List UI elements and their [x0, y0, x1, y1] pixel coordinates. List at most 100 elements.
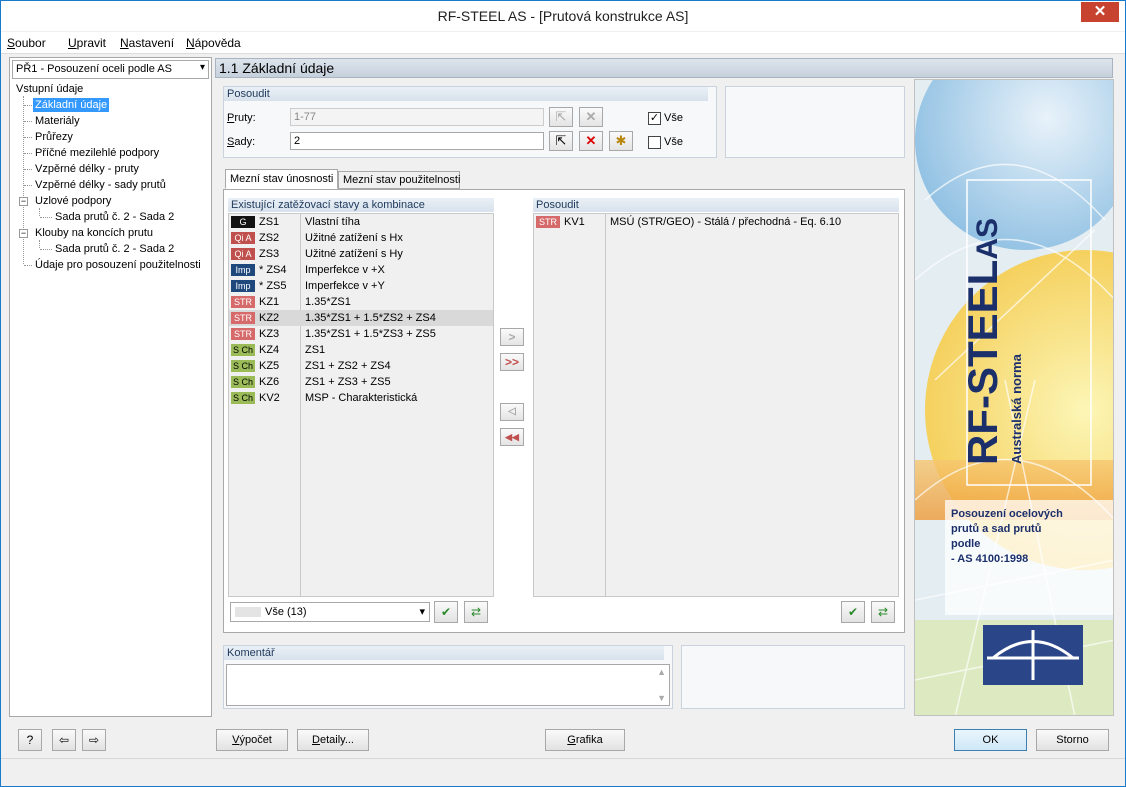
- vse-members-checkbox[interactable]: ✓: [648, 112, 661, 125]
- title-bar: RF-STEEL AS - [Prutová konstrukce AS] ✕: [1, 1, 1125, 31]
- product-banner: RF-STEELAS Australská norma Posouzení oc…: [914, 79, 1114, 716]
- list-item[interactable]: S Ch KV2 MSP - Charakteristická: [229, 390, 493, 406]
- description-line: Posouzení ocelových: [951, 508, 1063, 520]
- import-button[interactable]: ⇦: [52, 729, 76, 751]
- remove-all-button[interactable]: ◀◀: [500, 428, 524, 446]
- close-button[interactable]: ✕: [1081, 2, 1119, 22]
- selected-list: STR KV1 MSÚ (STR/GEO) - Stálá / přechodná …: [533, 213, 899, 597]
- list-item[interactable]: STR KV1 MSÚ (STR/GEO) - Stálá / přechodná …: [534, 214, 898, 230]
- list-item[interactable]: Imp * ZS5 Imperfekce v +Y: [229, 278, 493, 294]
- toggle-selected-button[interactable]: ⇄: [871, 601, 895, 623]
- menu-napoveda-label: ápověda: [194, 36, 241, 50]
- add-button[interactable]: >: [500, 328, 524, 346]
- help-icon: ?: [26, 733, 34, 747]
- tree-item-uzlove-sada[interactable]: Sada prutů č. 2 - Sada 2: [55, 210, 174, 224]
- scroll-down-icon[interactable]: ▼: [657, 693, 666, 703]
- tree-connector: [40, 217, 52, 218]
- product-name: RF-STEEL: [959, 259, 1006, 465]
- collapse-icon[interactable]: −: [19, 197, 28, 206]
- chevron-down-icon[interactable]: ▾: [200, 62, 205, 73]
- tree-guide-line: [39, 208, 40, 216]
- export-button[interactable]: ⇨: [82, 729, 106, 751]
- selected-title: Posoudit: [533, 198, 899, 212]
- list-item[interactable]: S Ch KZ4 ZS1: [229, 342, 493, 358]
- scroll-up-icon[interactable]: ▲: [657, 667, 666, 677]
- tree-item-klouby-sada[interactable]: Sada prutů č. 2 - Sada 2: [55, 242, 174, 256]
- list-item[interactable]: Qi A ZS2 Užitné zatížení s Hx: [229, 230, 493, 246]
- tab-mezni-stav-pouzitelnosti[interactable]: Mezní stav použitelnosti: [338, 171, 460, 189]
- list-item[interactable]: STR KZ1 1.35*ZS1: [229, 294, 493, 310]
- tree-item-materialy[interactable]: Materiály: [35, 114, 80, 128]
- menu-napoveda[interactable]: Nápověda: [186, 36, 241, 50]
- pick-members-button[interactable]: ⇱: [549, 107, 573, 127]
- load-type-badge: S Ch: [231, 360, 255, 372]
- remove-button[interactable]: ◁: [500, 403, 524, 421]
- menu-nastaveni[interactable]: Nastavení: [120, 36, 174, 50]
- help-button[interactable]: ?: [18, 729, 42, 751]
- load-case-description: ZS1 + ZS3 + ZS5: [305, 376, 391, 388]
- tree-root[interactable]: Vstupní údaje: [16, 82, 83, 96]
- vse-sets-checkbox[interactable]: [648, 136, 661, 149]
- load-case-code: KZ3: [259, 328, 280, 340]
- tab-mezni-stav-unosnosti[interactable]: Mezní stav únosnosti: [225, 169, 338, 189]
- list-item[interactable]: Imp * ZS4 Imperfekce v +X: [229, 262, 493, 278]
- filter-select[interactable]: Vše (13) ▾: [230, 602, 430, 622]
- list-item[interactable]: Qi A ZS3 Užitné zatížení s Hy: [229, 246, 493, 262]
- load-type-badge: S Ch: [231, 392, 255, 404]
- ok-button[interactable]: OK: [954, 729, 1027, 751]
- swap-icon: ⇄: [470, 605, 482, 619]
- pruty-label: Pruty:: [227, 112, 256, 124]
- new-set-button[interactable]: ✱: [609, 131, 633, 151]
- load-case-description: 1.35*ZS1 + 1.5*ZS3 + ZS5: [305, 328, 436, 340]
- list-item[interactable]: S Ch KZ6 ZS1 + ZS3 + ZS5: [229, 374, 493, 390]
- description-line: - AS 4100:1998: [951, 553, 1029, 565]
- detaily-mnemonic: D: [312, 734, 320, 746]
- tree-item-zakladni-udaje[interactable]: Základní údaje: [33, 98, 110, 112]
- list-item[interactable]: STR KZ3 1.35*ZS1 + 1.5*ZS3 + ZS5: [229, 326, 493, 342]
- menu-soubor-mnemonic: S: [7, 36, 16, 50]
- menu-soubor[interactable]: Soubor: [7, 36, 46, 50]
- add-all-button[interactable]: >>: [500, 353, 524, 371]
- toggle-existing-button[interactable]: ⇄: [464, 601, 488, 623]
- tree-item-vzperne-delky-pruty[interactable]: Vzpěrné délky - pruty: [35, 162, 139, 176]
- clear-members-button[interactable]: ✕: [579, 107, 603, 127]
- menu-napoveda-mnemonic: N: [186, 36, 195, 50]
- tree-connector: [24, 121, 32, 122]
- tree-item-pricne-podpory[interactable]: Příčné mezilehlé podpory: [35, 146, 159, 160]
- load-type-badge: STR: [536, 216, 560, 228]
- storno-button[interactable]: Storno: [1036, 729, 1109, 751]
- vypocet-button[interactable]: Výpočet: [216, 729, 288, 751]
- tree-item-klouby[interactable]: Klouby na koncích prutu: [35, 226, 153, 240]
- clear-sets-button[interactable]: ✕: [579, 131, 603, 151]
- product-suffix: AS: [971, 217, 1004, 260]
- tree-item-prurezy[interactable]: Průřezy: [35, 130, 73, 144]
- filter-swatch: [235, 607, 261, 618]
- list-item[interactable]: STR KZ2 1.35*ZS1 + 1.5*ZS2 + ZS4: [229, 310, 493, 326]
- sady-label-text: ady:: [234, 136, 256, 148]
- pruty-input[interactable]: 1-77: [290, 108, 544, 126]
- menu-upravit[interactable]: Upravit: [68, 36, 106, 50]
- page-title: 1.1 Základní údaje: [219, 60, 335, 76]
- load-case-code: ZS1: [259, 216, 280, 228]
- posoudit-title: Posoudit: [224, 87, 708, 101]
- tree-item-pouzitelnost[interactable]: Údaje pro posouzení použitelnosti: [35, 258, 201, 272]
- load-type-badge: S Ch: [231, 376, 255, 388]
- import-icon: ⇦: [58, 733, 70, 747]
- window-title: RF-STEEL AS - [Prutová konstrukce AS]: [437, 8, 689, 24]
- collapse-icon[interactable]: −: [19, 229, 28, 238]
- tree-item-vzperne-delky-sady[interactable]: Vzpěrné délky - sady prutů: [35, 178, 166, 192]
- chevron-down-icon: ▾: [419, 606, 425, 618]
- select-all-selected-button[interactable]: ✔: [841, 601, 865, 623]
- list-item[interactable]: S Ch KZ5 ZS1 + ZS2 + ZS4: [229, 358, 493, 374]
- load-case-description: Užitné zatížení s Hx: [305, 232, 403, 244]
- detaily-button[interactable]: Detaily...: [297, 729, 369, 751]
- select-all-existing-button[interactable]: ✔: [434, 601, 458, 623]
- pick-sets-button[interactable]: ⇱: [549, 131, 573, 151]
- comment-textarea[interactable]: ▲ ▼: [226, 664, 670, 706]
- grafika-button[interactable]: Grafika: [545, 729, 625, 751]
- tree-item-uzlove-podpory[interactable]: Uzlové podpory: [35, 194, 111, 208]
- list-item[interactable]: G ZS1 Vlastní tíha: [229, 214, 493, 230]
- sady-input[interactable]: 2: [290, 132, 544, 150]
- comment-title: Komentář: [224, 646, 664, 660]
- case-select[interactable]: PŘ1 - Posouzení oceli podle AS ▾: [12, 60, 209, 79]
